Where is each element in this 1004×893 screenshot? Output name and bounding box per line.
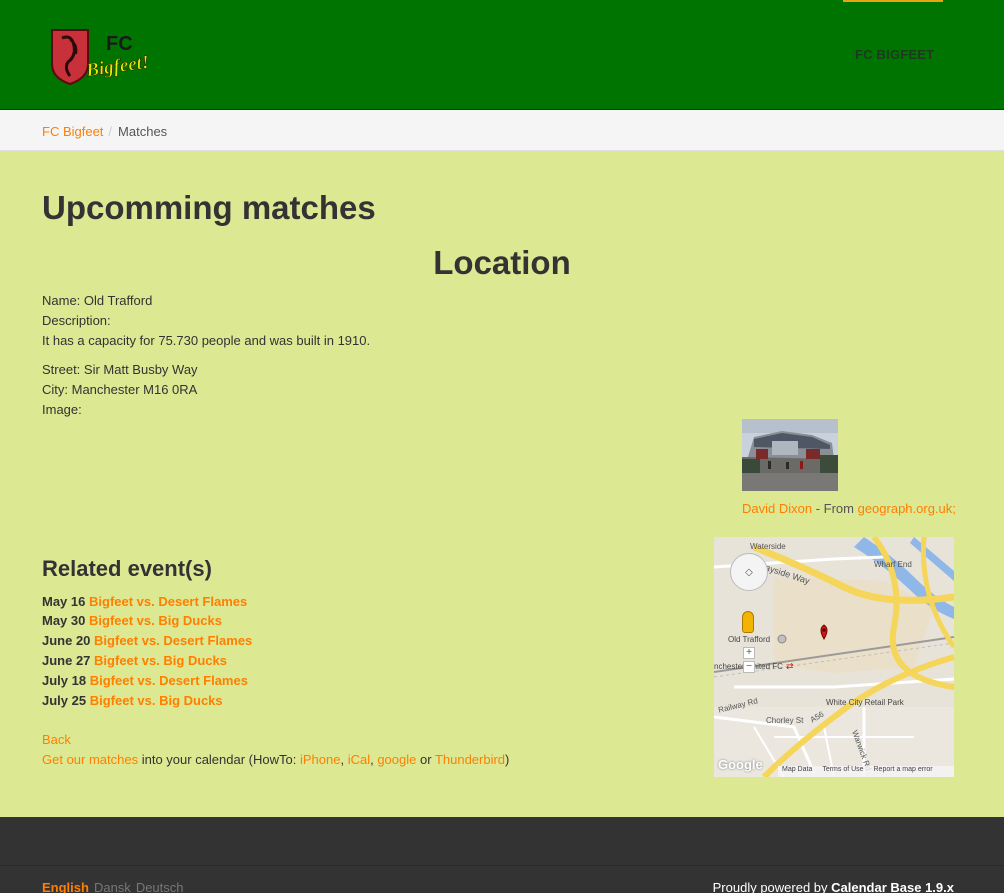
header-accent-bar xyxy=(843,0,943,2)
close-paren-text: ) xyxy=(505,752,510,767)
logo-fc-text: FC xyxy=(106,33,133,55)
map-label-white-city: White City Retail Park xyxy=(826,698,905,707)
brand-nav-link[interactable]: FC BIGFEET xyxy=(855,47,934,62)
event-link[interactable]: Bigfeet vs. Desert Flames xyxy=(90,673,248,688)
breadcrumb-separator: / xyxy=(108,124,113,139)
howto-google-link[interactable]: google xyxy=(377,752,416,767)
zoom-out-button[interactable]: − xyxy=(743,661,755,673)
logo-name-text: Bigfeet! xyxy=(84,52,151,82)
map-label-old-trafford: Old Trafford xyxy=(728,635,770,644)
related-events-heading: Related event(s) xyxy=(42,556,212,581)
event-row: May 16 Bigfeet vs. Desert Flames xyxy=(42,594,247,609)
map-terms-link[interactable]: Terms of Use xyxy=(822,766,863,773)
event-row: June 27 Bigfeet vs. Big Ducks xyxy=(42,653,227,668)
rail-station-icon: ⇄ xyxy=(786,662,794,672)
breadcrumb: FC Bigfeet / Matches xyxy=(0,110,1004,151)
stadium-photo[interactable] xyxy=(742,419,838,491)
breadcrumb-current: Matches xyxy=(118,124,168,139)
pegman-icon[interactable] xyxy=(742,611,754,633)
event-date: June 27 xyxy=(42,653,91,668)
location-city: City: Manchester M16 0RA xyxy=(42,382,198,397)
event-link[interactable]: Bigfeet vs. Desert Flames xyxy=(94,633,252,648)
event-row: July 25 Bigfeet vs. Big Ducks xyxy=(42,693,223,708)
map-label-chorley: Chorley St xyxy=(766,716,804,725)
location-name: Name: Old Trafford xyxy=(42,293,153,308)
map-attribution-bar: Map Data Terms of Use Report a map error xyxy=(778,766,954,777)
lang-dansk-link[interactable]: Dansk xyxy=(94,880,131,893)
comma-text: , xyxy=(340,752,348,767)
photo-author-link[interactable]: David Dixon xyxy=(742,501,812,516)
page-title: Upcomming matches xyxy=(42,189,376,226)
calendar-text: into your calendar (HowTo: xyxy=(138,752,300,767)
language-switcher: English Dansk Deutsch xyxy=(42,880,184,893)
event-date: May 30 xyxy=(42,613,86,628)
map-label-wharf: Wharf End xyxy=(874,560,912,569)
event-row: June 20 Bigfeet vs. Desert Flames xyxy=(42,633,252,648)
photo-credit: David Dixon - From geograph.org.uk; xyxy=(742,501,956,516)
powered-prefix: Proudly powered by xyxy=(712,880,832,893)
event-date: July 18 xyxy=(42,673,87,688)
event-link[interactable]: Bigfeet vs. Big Ducks xyxy=(89,613,222,628)
event-date: July 25 xyxy=(42,693,87,708)
event-link[interactable]: Bigfeet vs. Desert Flames xyxy=(89,594,247,609)
map-data-link[interactable]: Map Data xyxy=(782,766,812,773)
location-heading: Location xyxy=(433,244,571,281)
map-report-link[interactable]: Report a map error xyxy=(874,766,933,773)
lang-english-link[interactable]: English xyxy=(42,880,89,893)
photo-source-link[interactable]: geograph.org.uk; xyxy=(858,501,956,516)
event-date: June 20 xyxy=(42,633,91,648)
calendar-subscribe-line: Get our matches into your calendar (HowT… xyxy=(42,752,509,767)
site-footer: English Dansk Deutsch Proudly powered by C… xyxy=(0,817,1004,893)
location-street: Street: Sir Matt Busby Way xyxy=(42,362,198,377)
event-date: May 16 xyxy=(42,594,86,609)
site-header: FC Bigfeet! FC BIGFEET xyxy=(0,0,1004,110)
image-label: Image: xyxy=(42,402,82,417)
howto-ical-link[interactable]: iCal xyxy=(348,752,370,767)
event-link[interactable]: Bigfeet vs. Big Ducks xyxy=(94,653,227,668)
location-map[interactable]: Waterside ayside Way Wharf End Old Traff… xyxy=(714,537,954,777)
site-logo[interactable]: FC Bigfeet! xyxy=(48,26,168,86)
event-row: May 30 Bigfeet vs. Big Ducks xyxy=(42,613,222,628)
powered-by: Proudly powered by Calendar Base 1.9.x xyxy=(713,880,954,893)
powered-product-link[interactable]: Calendar Base 1.9.x xyxy=(831,880,954,893)
howto-thunderbird-link[interactable]: Thunderbird xyxy=(435,752,505,767)
event-link[interactable]: Bigfeet vs. Big Ducks xyxy=(90,693,223,708)
location-description: It has a capacity for 75.730 people and … xyxy=(42,333,371,348)
event-row: July 18 Bigfeet vs. Desert Flames xyxy=(42,673,248,688)
map-label-waterside: Waterside xyxy=(750,542,786,551)
howto-iphone-link[interactable]: iPhone xyxy=(300,752,340,767)
get-matches-link[interactable]: Get our matches xyxy=(42,752,138,767)
footer-divider xyxy=(0,865,1004,866)
zoom-in-button[interactable]: + xyxy=(743,647,755,659)
or-text: or xyxy=(416,752,435,767)
map-pan-control[interactable]: ◇ xyxy=(730,553,768,591)
main-content: Upcomming matches Location Name: Old Tra… xyxy=(0,151,1004,817)
google-logo[interactable]: Google xyxy=(718,757,763,772)
description-label: Description: xyxy=(42,313,111,328)
breadcrumb-home-link[interactable]: FC Bigfeet xyxy=(42,124,103,139)
photo-credit-from: - From xyxy=(812,501,858,516)
lang-deutsch-link[interactable]: Deutsch xyxy=(136,880,184,893)
back-link[interactable]: Back xyxy=(42,732,71,747)
